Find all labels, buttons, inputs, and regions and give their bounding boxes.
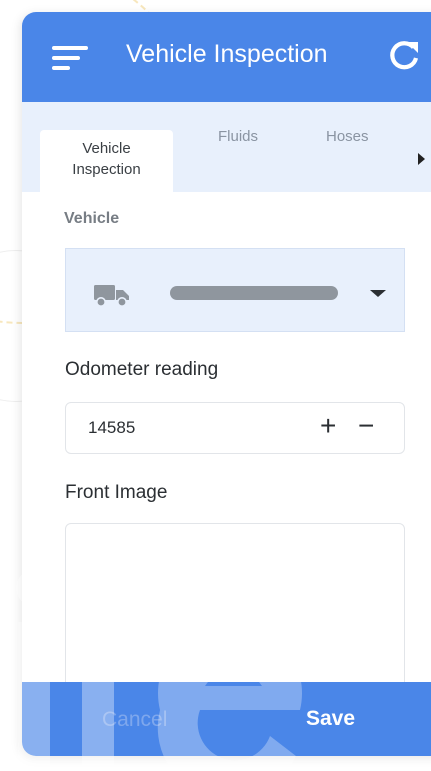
tab-label-line: Inspection: [72, 161, 141, 178]
menu-icon[interactable]: [52, 42, 90, 74]
app-window: Vehicle Inspection Vehicle Inspection Fl…: [22, 12, 431, 756]
page-title: Vehicle Inspection: [126, 40, 328, 68]
save-button[interactable]: Save: [306, 707, 355, 731]
decrement-button[interactable]: −: [358, 410, 374, 442]
vehicle-dropdown[interactable]: [65, 248, 405, 332]
cancel-button[interactable]: Cancel: [102, 708, 167, 732]
odometer-label: Odometer reading: [65, 359, 219, 380]
caret-down-icon: [370, 290, 386, 297]
truck-icon: [94, 285, 129, 307]
bottom-action-bar: Cancel Save: [22, 682, 431, 756]
front-image-label: Front Image: [65, 482, 168, 503]
refresh-icon[interactable]: [386, 38, 422, 74]
app-bar: Vehicle Inspection: [22, 12, 431, 102]
vehicle-label: Vehicle: [64, 210, 120, 227]
tab-label: Vehicle Inspection: [40, 138, 173, 180]
odometer-input[interactable]: 14585: [88, 418, 135, 438]
tab-hoses[interactable]: Hoses: [326, 128, 369, 145]
screen: Vehicle Inspection Vehicle Inspection Fl…: [0, 0, 431, 771]
increment-button[interactable]: +: [320, 410, 336, 442]
tab-fluids[interactable]: Fluids: [218, 128, 258, 145]
odometer-stepper: 14585 + −: [65, 402, 405, 454]
chevron-right-icon[interactable]: [418, 153, 425, 165]
tab-vehicle-inspection[interactable]: Vehicle Inspection: [40, 130, 173, 192]
tab-label-line: Vehicle: [82, 140, 131, 157]
selected-vehicle-value: [170, 286, 338, 300]
